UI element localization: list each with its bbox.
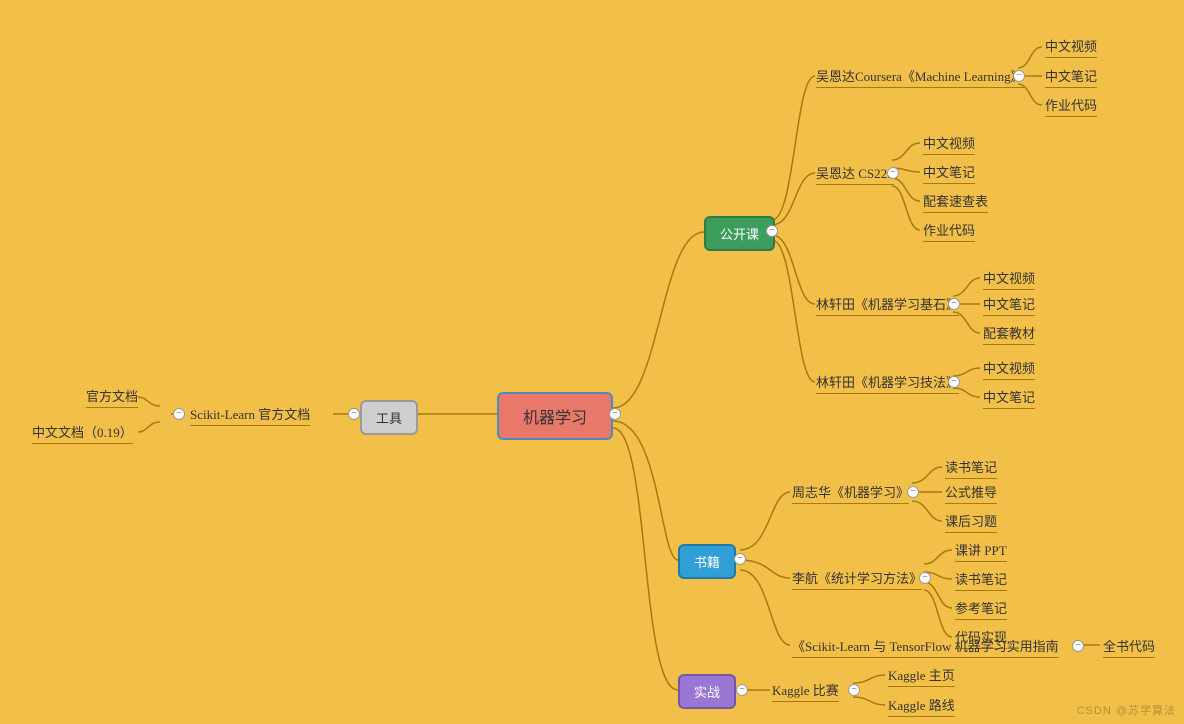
course-cs229[interactable]: 吴恩达 CS229 xyxy=(816,163,894,185)
center-label: 机器学习 xyxy=(523,410,587,427)
expand-handle[interactable]: − xyxy=(948,376,960,388)
mindmap-canvas: 机器学习 − 工具 − Scikit-Learn 官方文档 − 官方文档 中文文… xyxy=(0,0,1184,724)
expand-handle[interactable]: − xyxy=(848,684,860,696)
leaf-item[interactable]: 中文笔记 xyxy=(983,294,1035,316)
leaf-item[interactable]: Kaggle 主页 xyxy=(888,665,955,687)
leaf-item[interactable]: 课讲 PPT xyxy=(955,540,1007,562)
leaf-item[interactable]: 中文笔记 xyxy=(1045,66,1097,88)
book-zhou[interactable]: 周志华《机器学习》 xyxy=(792,482,909,504)
leaf-item[interactable]: 中文笔记 xyxy=(983,387,1035,409)
leaf-item[interactable]: 参考笔记 xyxy=(955,598,1007,620)
expand-handle[interactable]: − xyxy=(173,408,185,420)
leaf-item[interactable]: 中文视频 xyxy=(923,133,975,155)
leaf-item[interactable]: 课后习题 xyxy=(945,511,997,533)
expand-handle[interactable]: − xyxy=(1072,640,1084,652)
expand-handle[interactable]: − xyxy=(907,486,919,498)
node-label: 工具 xyxy=(376,411,402,426)
leaf-item[interactable]: 全书代码 xyxy=(1103,636,1155,658)
leaf-item[interactable]: 读书笔记 xyxy=(955,569,1007,591)
leaf-item[interactable]: 中文笔记 xyxy=(923,162,975,184)
subnode-kaggle[interactable]: Kaggle 比赛 xyxy=(772,680,839,702)
expand-handle[interactable]: − xyxy=(1013,70,1025,82)
subnode-tools[interactable]: Scikit-Learn 官方文档 xyxy=(190,404,310,426)
leaf-item[interactable]: 中文视频 xyxy=(983,268,1035,290)
node-courses[interactable]: 公开课 xyxy=(704,216,775,251)
expand-handle[interactable]: − xyxy=(948,298,960,310)
course-foundation[interactable]: 林轩田《机器学习基石》 xyxy=(816,294,959,316)
expand-handle[interactable]: − xyxy=(734,553,746,565)
leaf-item[interactable]: 中文文档（0.19） xyxy=(32,422,133,444)
book-lihang[interactable]: 李航《统计学习方法》 xyxy=(792,568,922,590)
leaf-item[interactable]: 配套速查表 xyxy=(923,191,988,213)
leaf-item[interactable]: Kaggle 路线 xyxy=(888,695,955,717)
leaf-item[interactable]: 中文视频 xyxy=(1045,36,1097,58)
node-label: 公开课 xyxy=(720,227,759,242)
course-coursera[interactable]: 吴恩达Coursera《Machine Learning》 xyxy=(816,66,1024,88)
leaf-item[interactable]: 作业代码 xyxy=(923,220,975,242)
expand-handle[interactable]: − xyxy=(609,408,621,420)
leaf-item[interactable]: 作业代码 xyxy=(1045,95,1097,117)
node-books[interactable]: 书籍 xyxy=(678,544,736,579)
leaf-item[interactable]: 读书笔记 xyxy=(945,457,997,479)
expand-handle[interactable]: − xyxy=(736,684,748,696)
node-tools[interactable]: 工具 xyxy=(360,400,418,435)
expand-handle[interactable]: − xyxy=(919,572,931,584)
node-label: 书籍 xyxy=(694,555,720,570)
book-sklearn-tf[interactable]: 《Scikit-Learn 与 TensorFlow 机器学习实用指南 xyxy=(792,636,1059,658)
leaf-item[interactable]: 配套教材 xyxy=(983,323,1035,345)
course-techniques[interactable]: 林轩田《机器学习技法》 xyxy=(816,372,959,394)
watermark: CSDN @苏学算法 xyxy=(1077,702,1176,718)
expand-handle[interactable]: − xyxy=(348,408,360,420)
expand-handle[interactable]: − xyxy=(766,225,778,237)
leaf-item[interactable]: 中文视频 xyxy=(983,358,1035,380)
center-node[interactable]: 机器学习 xyxy=(497,392,613,440)
leaf-item[interactable]: 官方文档 xyxy=(86,386,138,408)
node-practice[interactable]: 实战 xyxy=(678,674,736,709)
leaf-item[interactable]: 公式推导 xyxy=(945,482,997,504)
node-label: 实战 xyxy=(694,685,720,700)
expand-handle[interactable]: − xyxy=(887,167,899,179)
